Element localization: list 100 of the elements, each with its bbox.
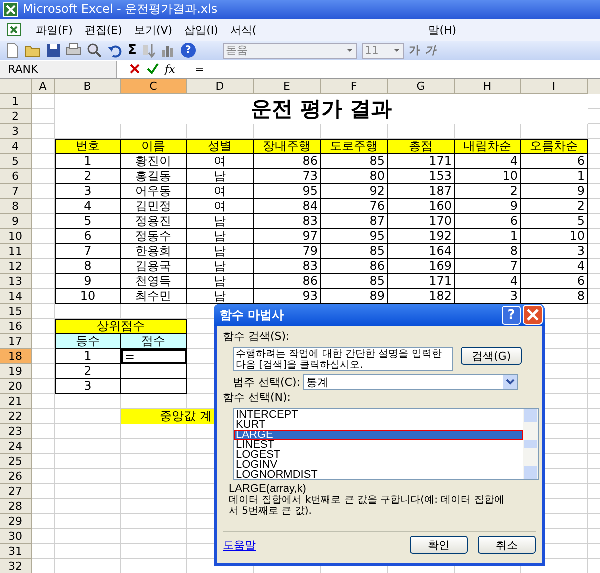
- function-item[interactable]: LOGEST: [234, 450, 523, 460]
- magnifier-icon[interactable]: [87, 43, 102, 58]
- row-header[interactable]: 19: [0, 364, 32, 379]
- save-icon[interactable]: [46, 43, 61, 58]
- help-button[interactable]: ?: [180, 43, 196, 58]
- row-header[interactable]: 27: [0, 484, 32, 499]
- row-header[interactable]: 11: [0, 244, 32, 259]
- row-header[interactable]: 5: [0, 154, 32, 169]
- table-cell: 남: [187, 244, 254, 259]
- search-button[interactable]: 검색(G): [461, 347, 522, 365]
- menu-item[interactable]: 말(H): [428, 22, 457, 38]
- row-header[interactable]: 17: [0, 334, 32, 349]
- help-link[interactable]: 도움말: [223, 538, 400, 552]
- category-dropdown[interactable]: 통계: [303, 374, 518, 390]
- printer-icon[interactable]: [66, 43, 82, 58]
- row-header[interactable]: 3: [0, 124, 32, 139]
- row-header[interactable]: 24: [0, 439, 32, 454]
- column-header[interactable]: F: [321, 79, 388, 94]
- dialog-title: 함수 마법사: [220, 306, 286, 324]
- undo-icon[interactable]: [107, 44, 123, 58]
- row-header[interactable]: 20: [0, 379, 32, 394]
- table-cell: 85: [321, 274, 388, 289]
- table-cell: 남: [187, 214, 254, 229]
- menu-item[interactable]: 삽입(I): [184, 22, 218, 38]
- row-header[interactable]: 21: [0, 394, 32, 409]
- row-header[interactable]: 14: [0, 289, 32, 304]
- row-header[interactable]: 10: [0, 229, 32, 244]
- table-cell: 95: [321, 229, 388, 244]
- menu-item[interactable]: 서식(: [230, 22, 257, 38]
- row-header[interactable]: 6: [0, 169, 32, 184]
- column-header[interactable]: H: [455, 79, 521, 94]
- row-header[interactable]: 9: [0, 214, 32, 229]
- table-cell: 1: [455, 229, 521, 244]
- new-document-icon[interactable]: [6, 42, 20, 58]
- row-header[interactable]: 32: [0, 559, 32, 573]
- table-cell: 정동수: [121, 229, 187, 244]
- table-cell: 1: [521, 169, 588, 184]
- row-header[interactable]: 16: [0, 319, 32, 334]
- function-syntax: LARGE(array,k): [229, 483, 308, 495]
- table-cell: 171: [388, 154, 455, 169]
- sort-icon[interactable]: [142, 43, 156, 58]
- table-cell: 2: [55, 364, 121, 379]
- table-cell: 8: [455, 244, 521, 259]
- column-header[interactable]: G: [388, 79, 455, 94]
- column-header[interactable]: B: [55, 79, 121, 94]
- row-header[interactable]: 4: [0, 139, 32, 154]
- row-header[interactable]: 31: [0, 544, 32, 559]
- table-cell: 83: [254, 259, 321, 274]
- table-cell: 6: [55, 229, 121, 244]
- table-cell: 84: [254, 199, 321, 214]
- menu-item[interactable]: 파일(F): [36, 22, 73, 38]
- function-item[interactable]: LOGINV: [234, 460, 523, 470]
- row-header[interactable]: 18: [0, 349, 32, 364]
- cancel-button[interactable]: 취소: [478, 536, 536, 554]
- column-header[interactable]: E: [254, 79, 321, 94]
- row-header[interactable]: 2: [0, 109, 32, 124]
- row-header[interactable]: 1: [0, 94, 32, 109]
- formula-input[interactable]: =: [181, 62, 204, 76]
- row-header[interactable]: 7: [0, 184, 32, 199]
- checkmark-icon[interactable]: [147, 63, 159, 75]
- folder-icon[interactable]: [25, 44, 41, 58]
- autosum-button[interactable]: Σ: [128, 43, 137, 58]
- ok-button[interactable]: 확인: [410, 536, 468, 554]
- row-header[interactable]: 28: [0, 499, 32, 514]
- close-icon[interactable]: [523, 305, 543, 325]
- row-header[interactable]: 12: [0, 259, 32, 274]
- menu-item[interactable]: 편집(E): [84, 22, 122, 38]
- function-item[interactable]: LOGNORMDIST: [234, 470, 523, 480]
- menu-item[interactable]: 보기(V): [134, 22, 173, 38]
- chart-icon[interactable]: [160, 43, 176, 58]
- row-header[interactable]: 26: [0, 469, 32, 484]
- table-cell: 73: [254, 169, 321, 184]
- column-header[interactable]: A: [32, 79, 55, 94]
- name-box[interactable]: RANK: [0, 60, 117, 78]
- column-header[interactable]: I: [521, 79, 588, 94]
- active-cell[interactable]: =: [121, 349, 187, 364]
- column-header[interactable]: D: [187, 79, 254, 94]
- row-header[interactable]: 30: [0, 529, 32, 544]
- row-header[interactable]: 25: [0, 454, 32, 469]
- function-item[interactable]: LINEST: [234, 440, 523, 450]
- search-field[interactable]: 수행하려는 작업에 대한 간단한 설명을 입력한 다음 [검색]을 클릭하십시오.: [233, 347, 453, 371]
- insert-function-button[interactable]: fx: [165, 62, 176, 76]
- table-cell: 1: [55, 349, 121, 364]
- table-header-cell: 도로주행: [321, 139, 388, 154]
- row-header[interactable]: 23: [0, 424, 32, 439]
- table-cell: 4: [55, 199, 121, 214]
- scrollbar[interactable]: [523, 409, 538, 479]
- table-cell: 80: [321, 169, 388, 184]
- row-header[interactable]: 13: [0, 274, 32, 289]
- table-cell: 160: [388, 199, 455, 214]
- table-cell: 6: [455, 214, 521, 229]
- column-header[interactable]: C: [121, 79, 187, 94]
- help-button[interactable]: ?: [502, 306, 521, 324]
- row-header[interactable]: 15: [0, 304, 32, 319]
- table-cell: 10: [521, 229, 588, 244]
- cancel-icon[interactable]: [129, 63, 141, 75]
- sheet-icon[interactable]: [6, 22, 24, 38]
- row-header[interactable]: 8: [0, 199, 32, 214]
- row-header[interactable]: 29: [0, 514, 32, 529]
- row-header[interactable]: 22: [0, 409, 32, 424]
